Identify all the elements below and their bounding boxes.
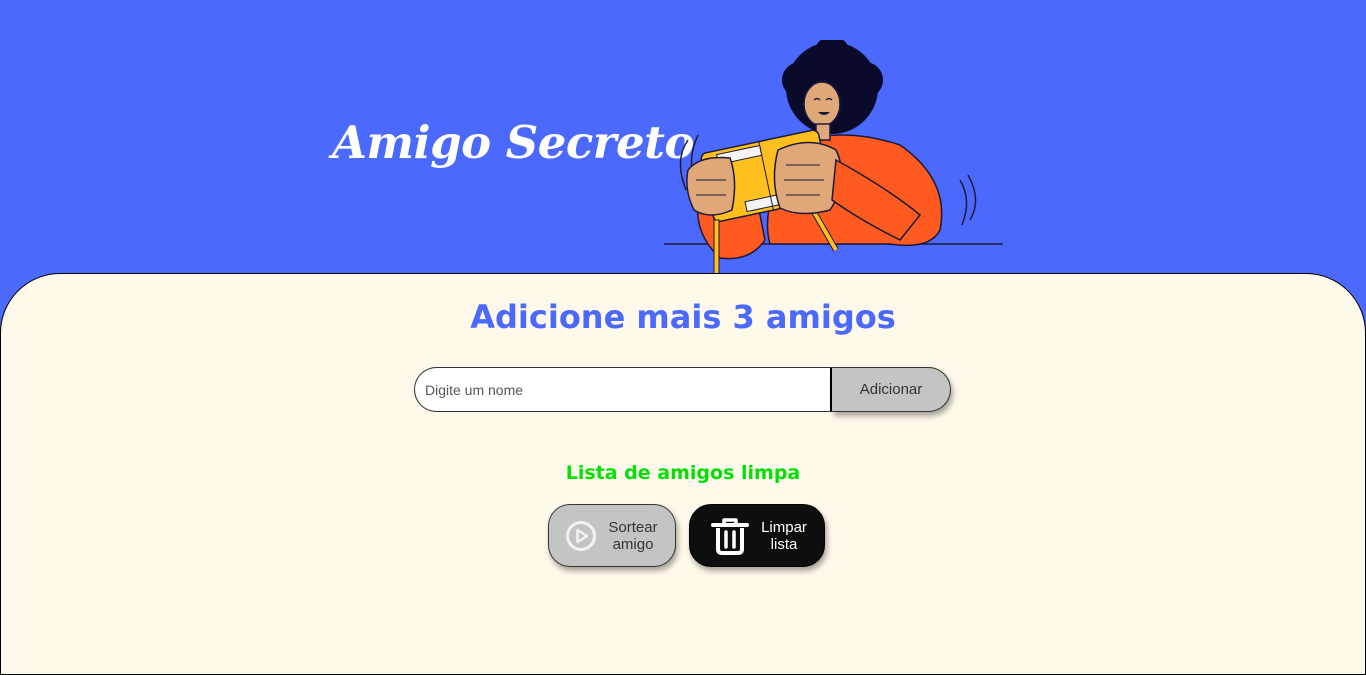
status-message: Lista de amigos limpa xyxy=(565,462,801,484)
trash-icon xyxy=(710,516,750,556)
section-subtitle: Adicione mais 3 amigos xyxy=(470,298,896,336)
page-title: Amigo Secreto xyxy=(332,116,694,169)
person-with-gift-illustration xyxy=(664,40,1003,275)
clear-list-button[interactable]: Limpar lista xyxy=(689,504,825,567)
header-banner: Amigo Secreto xyxy=(0,0,1366,290)
add-button[interactable]: Adicionar xyxy=(832,367,951,412)
draw-friend-button[interactable]: Sortear amigo xyxy=(548,504,676,567)
play-circle-icon xyxy=(565,520,597,552)
add-friend-form: Adicionar xyxy=(414,367,951,412)
clear-list-label: Limpar lista xyxy=(761,518,807,553)
name-input[interactable] xyxy=(414,367,832,412)
draw-friend-label: Sortear amigo xyxy=(608,518,658,553)
